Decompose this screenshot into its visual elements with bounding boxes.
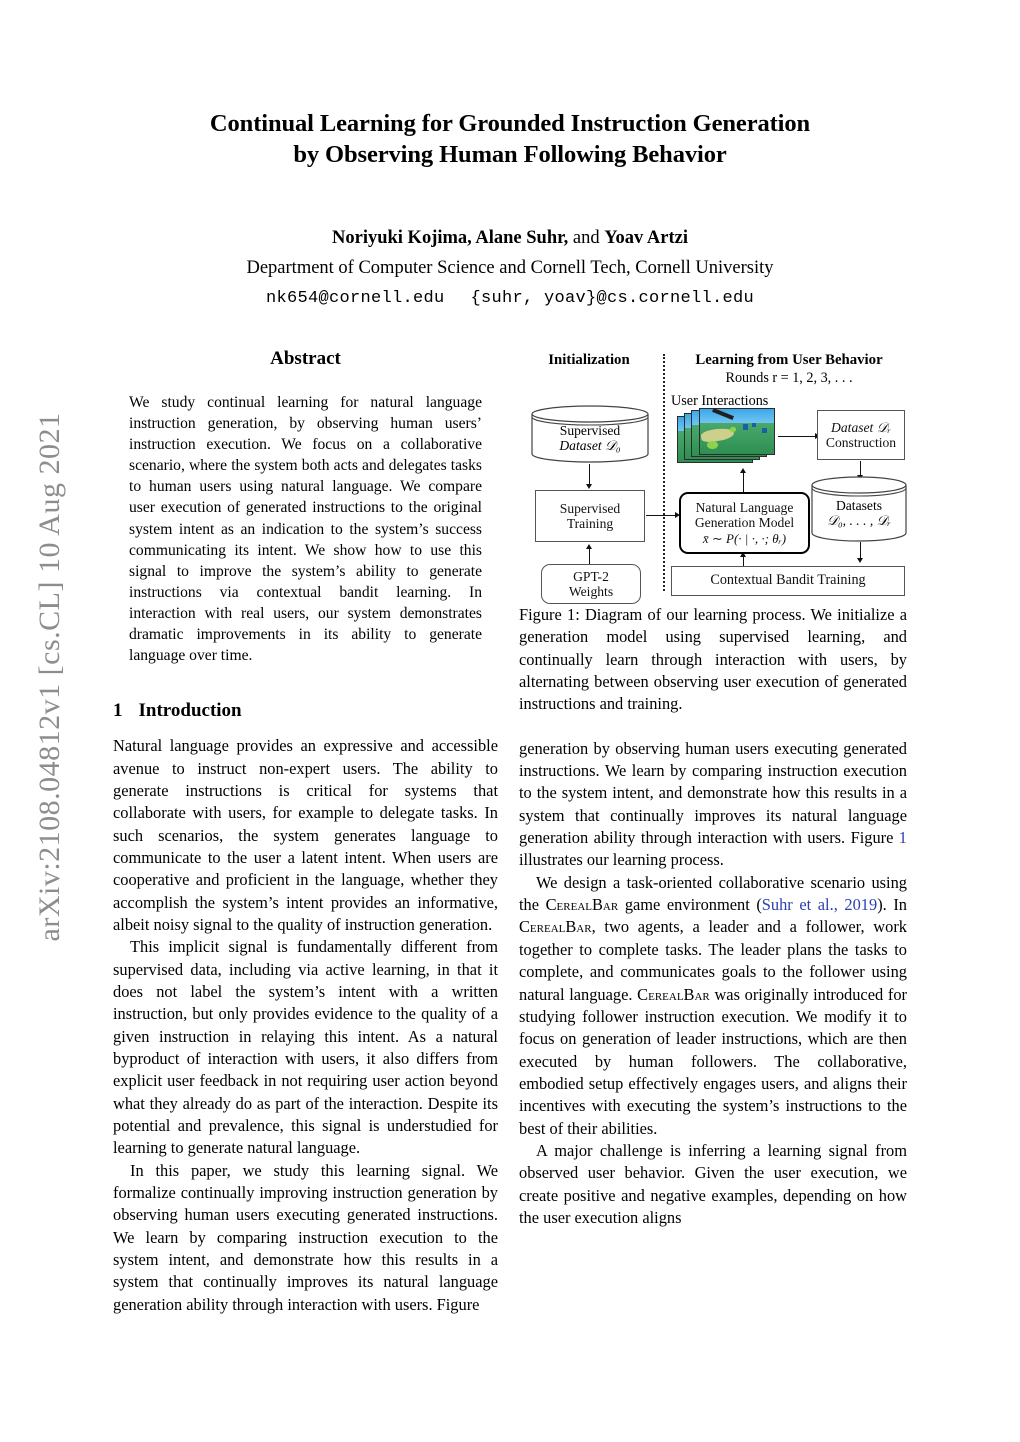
nlg-line1: Natural Language [695, 499, 794, 515]
figure-1: Initialization Learning from User Behavi… [519, 348, 907, 604]
supervised-training-node: Supervised Training [535, 490, 645, 542]
screenshot-card-1 [742, 424, 749, 430]
arrowhead-dataset-to-training [586, 484, 592, 489]
author-conjunction: and [568, 228, 605, 248]
email-secondary: {suhr, yoav}@cs.cornell.edu [470, 289, 755, 308]
author-emails: nk654@cornell.edu {suhr, yoav}@cs.cornell… [110, 287, 910, 311]
arrow-interactions-to-construction [778, 436, 817, 438]
arrow-dataset-to-training [589, 464, 591, 486]
section-title: Introduction [138, 700, 242, 722]
intro-paragraph-5: A major challenge is inferring a learnin… [519, 1140, 907, 1227]
arrowhead-model-to-interactions [740, 468, 746, 473]
email-primary: nk654@cornell.edu [265, 289, 445, 308]
learning-process-diagram: Initialization Learning from User Behavi… [519, 348, 907, 604]
paper-page: arXiv:2108.04812v1 [cs.CL] 10 Aug 2021 C… [0, 0, 1020, 1442]
arrow-training-to-model [646, 515, 677, 517]
diagram-divider [663, 354, 665, 591]
intro-paragraph-3-lead: In this paper, we study this learning si… [113, 1160, 498, 1314]
supervised-dataset-cylinder: Supervised Dataset 𝒟₀ [531, 405, 649, 463]
datasets-cylinder: Datasets 𝒟₀, . . . , 𝒟ᵣ [811, 476, 907, 542]
screenshot-card-2 [751, 422, 757, 427]
supervised-dataset-text: Supervised Dataset 𝒟₀ [559, 415, 620, 454]
para3-tail: illustrates our learning process. [519, 850, 724, 870]
p4-c: ). In [877, 895, 907, 915]
nlg-model-node: Natural Language Generation Model x̄ ∼ P… [679, 492, 810, 554]
dataset-construction-line2: Construction [825, 435, 897, 450]
figure-reference-link[interactable]: 1 [899, 828, 907, 847]
author-list: Noriyuki Kojima, Alane Suhr, and Yoav Ar… [110, 226, 910, 251]
nlg-formula: x̄ ∼ P(· | ·, ·; θᵣ) [702, 530, 787, 546]
cerealbar-mention-1: CerealBar [545, 895, 619, 915]
diagram-right-title: Learning from User Behavior [695, 352, 883, 368]
section-heading-introduction: 1 Introduction [113, 700, 498, 722]
gpt2-weights-node: GPT-2 Weights [541, 564, 641, 604]
supervised-dataset-line2: Dataset 𝒟₀ [559, 438, 621, 453]
abstract-text: We study continual learning for natural … [129, 394, 482, 665]
screenshot-prop-2 [729, 427, 736, 432]
p4-e: was originally introduced for studying f… [519, 984, 907, 1138]
supervised-training-line1: Supervised [559, 500, 621, 516]
affiliation: Department of Computer Science and Corne… [246, 258, 774, 278]
left-column: Abstract We study continual learning for… [113, 348, 498, 1316]
arrow-model-to-interactions [743, 472, 745, 492]
screenshot-card-3 [762, 427, 768, 434]
gpt2-line1: GPT-2 [573, 568, 609, 584]
page-title: Continual Learning for Grounded Instruct… [110, 108, 910, 170]
arrowhead-gpt2-to-training [586, 544, 592, 549]
author-names-last: Yoav Artzi [604, 228, 688, 248]
figure-caption: Figure 1: Diagram of our learning proces… [519, 605, 907, 714]
intro-paragraph-3-left: In this paper, we study this learning si… [113, 1160, 498, 1316]
author-names-first: Noriyuki Kojima, Alane Suhr, [332, 228, 569, 248]
screenshot-front [699, 408, 775, 455]
arrowhead-datasets-to-bandit [857, 558, 863, 563]
datasets-text: Datasets 𝒟₀, . . . , 𝒟ᵣ [827, 490, 891, 529]
cerealbar-mention-2: CerealBar [519, 917, 592, 937]
para3-continuation: generation by observing human users exec… [519, 738, 907, 848]
nlg-line2: Generation Model [694, 515, 795, 531]
p4-b: game environment ( [618, 895, 762, 915]
abstract-heading: Abstract [270, 348, 341, 369]
intro-paragraph-1: Natural language provides an expressive … [113, 736, 498, 934]
supervised-dataset-line1: Supervised [559, 422, 621, 438]
title-line-1: Continual Learning for Grounded Instruct… [209, 110, 811, 137]
section-number: 1 [113, 700, 123, 722]
intro-paragraph-4: We design a task-oriented collaborative … [519, 872, 907, 1140]
dataset-construction-node: Dataset 𝒟ᵣ Construction [817, 410, 905, 460]
diagram-rounds-subtitle: Rounds r = 1, 2, 3, . . . [725, 370, 853, 386]
gpt2-line2: Weights [568, 584, 614, 599]
citation-link-suhr-2019[interactable]: Suhr et al., 2019 [762, 895, 877, 914]
user-interaction-screenshots [677, 408, 777, 468]
intro-paragraph-3-right: generation by observing human users exec… [519, 738, 907, 872]
right-column: Initialization Learning from User Behavi… [519, 348, 907, 1229]
supervised-training-line2: Training [566, 516, 614, 531]
datasets-line2: 𝒟₀, . . . , 𝒟ᵣ [827, 513, 891, 528]
diagram-left-title: Initialization [548, 352, 630, 368]
cerealbar-mention-3: CerealBar [637, 984, 710, 1004]
title-line-2: by Observing Human Following Behavior [293, 141, 727, 168]
title-block: Continual Learning for Grounded Instruct… [110, 108, 910, 311]
datasets-line1: Datasets [835, 497, 883, 513]
intro-paragraph-2: This implicit signal is fundamentally di… [113, 937, 498, 1158]
bandit-training-label: Contextual Bandit Training [710, 572, 866, 589]
contextual-bandit-training-node: Contextual Bandit Training [671, 566, 905, 596]
arxiv-stamp: arXiv:2108.04812v1 [cs.CL] 10 Aug 2021 [33, 412, 66, 942]
dataset-construction-line1: Dataset 𝒟ᵣ [831, 419, 891, 435]
